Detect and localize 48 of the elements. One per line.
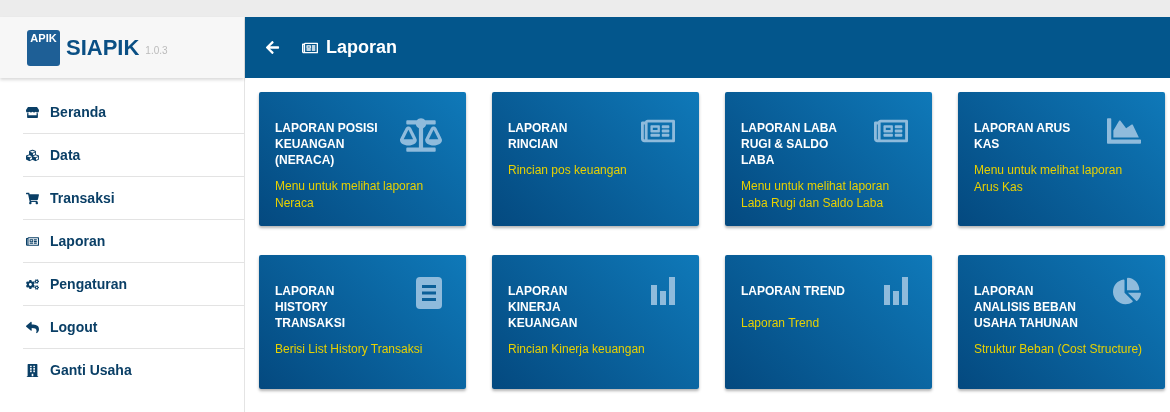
card-description: Laporan Trend bbox=[741, 315, 821, 332]
bar-chart-icon bbox=[884, 277, 908, 305]
card-description: Struktur Beban (Cost Structure) bbox=[974, 341, 1144, 358]
card-title: LAPORAN HISTORY TRANSAKSI bbox=[275, 283, 346, 331]
building-icon bbox=[26, 364, 39, 377]
card-title: LAPORAN ANALISIS BEBAN USAHA TAHUNAN bbox=[974, 283, 1079, 331]
cubes-icon bbox=[26, 148, 39, 162]
document-list-icon bbox=[416, 277, 442, 309]
sidebar-item[interactable]: Ganti Usaha bbox=[23, 360, 132, 381]
report-card[interactable]: LAPORAN KINERJA KEUANGAN Rincian Kinerja keuangan bbox=[492, 255, 699, 389]
card-title: LAPORAN KINERJA KEUANGAN bbox=[508, 283, 579, 331]
logo: APIK bbox=[27, 29, 60, 66]
page-title: Laporan bbox=[326, 36, 397, 59]
card-description: Rincian pos keuangan bbox=[508, 162, 628, 179]
app-version: 1.0.3 bbox=[145, 44, 168, 58]
card-description: Rincian Kinerja keuangan bbox=[508, 341, 646, 358]
sidebar-item[interactable]: Transaksi bbox=[23, 187, 115, 209]
sidebar-item[interactable]: Pengaturan bbox=[23, 273, 127, 295]
card-title: LAPORAN TREND bbox=[741, 283, 846, 299]
card-title: LAPORAN LABA RUGI & SALDO LABA bbox=[741, 120, 838, 168]
reply-arrow-icon bbox=[26, 320, 39, 334]
report-card[interactable]: LAPORAN TREND Laporan Trend bbox=[725, 255, 932, 389]
app-name: SIAPIK bbox=[66, 34, 140, 62]
report-card[interactable]: LAPORAN ARUS KAS Menu untuk melihat laporan Arus Kas bbox=[958, 92, 1165, 226]
report-card[interactable]: LAPORAN POSISI KEUANGAN (NERACA) Menu untuk melihat laporan Neraca bbox=[259, 92, 466, 226]
store-icon bbox=[26, 105, 39, 119]
pie-chart-icon bbox=[1113, 277, 1141, 305]
cart-icon bbox=[26, 191, 39, 205]
report-card[interactable]: LAPORAN RINCIAN Rincian pos keuangan bbox=[492, 92, 699, 226]
card-title: LAPORAN ARUS KAS bbox=[974, 120, 1072, 152]
card-description: Menu untuk melihat laporan Neraca bbox=[275, 178, 425, 212]
card-description: Berisi List History Transaksi bbox=[275, 341, 424, 358]
report-card[interactable]: LAPORAN LABA RUGI & SALDO LABA Menu untuk melihat laporan Laba Rugi dan Saldo Laba bbox=[725, 92, 932, 226]
sidebar-item[interactable]: Laporan bbox=[23, 230, 106, 252]
bar-chart-icon bbox=[651, 277, 675, 305]
sidebar-item[interactable]: Logout bbox=[23, 316, 98, 338]
card-title: LAPORAN RINCIAN bbox=[508, 120, 569, 152]
back-button[interactable] bbox=[265, 40, 280, 55]
sidebar-item[interactable]: Beranda bbox=[23, 101, 107, 123]
newspaper-icon bbox=[26, 234, 39, 248]
card-description: Menu untuk melihat laporan Laba Rugi dan Saldo Laba bbox=[741, 178, 891, 212]
sidebar-item[interactable]: Data bbox=[23, 144, 81, 166]
card-description: Menu untuk melihat laporan Arus Kas bbox=[974, 162, 1124, 196]
card-title: LAPORAN POSISI KEUANGAN (NERACA) bbox=[275, 120, 379, 168]
gears-icon bbox=[26, 277, 39, 291]
back-arrow-icon bbox=[265, 40, 280, 55]
report-card[interactable]: LAPORAN HISTORY TRANSAKSI Berisi List History Transaksi bbox=[259, 255, 466, 389]
report-card[interactable]: LAPORAN ANALISIS BEBAN USAHA TAHUNAN Struktur Beban (Cost Structure) bbox=[958, 255, 1165, 389]
